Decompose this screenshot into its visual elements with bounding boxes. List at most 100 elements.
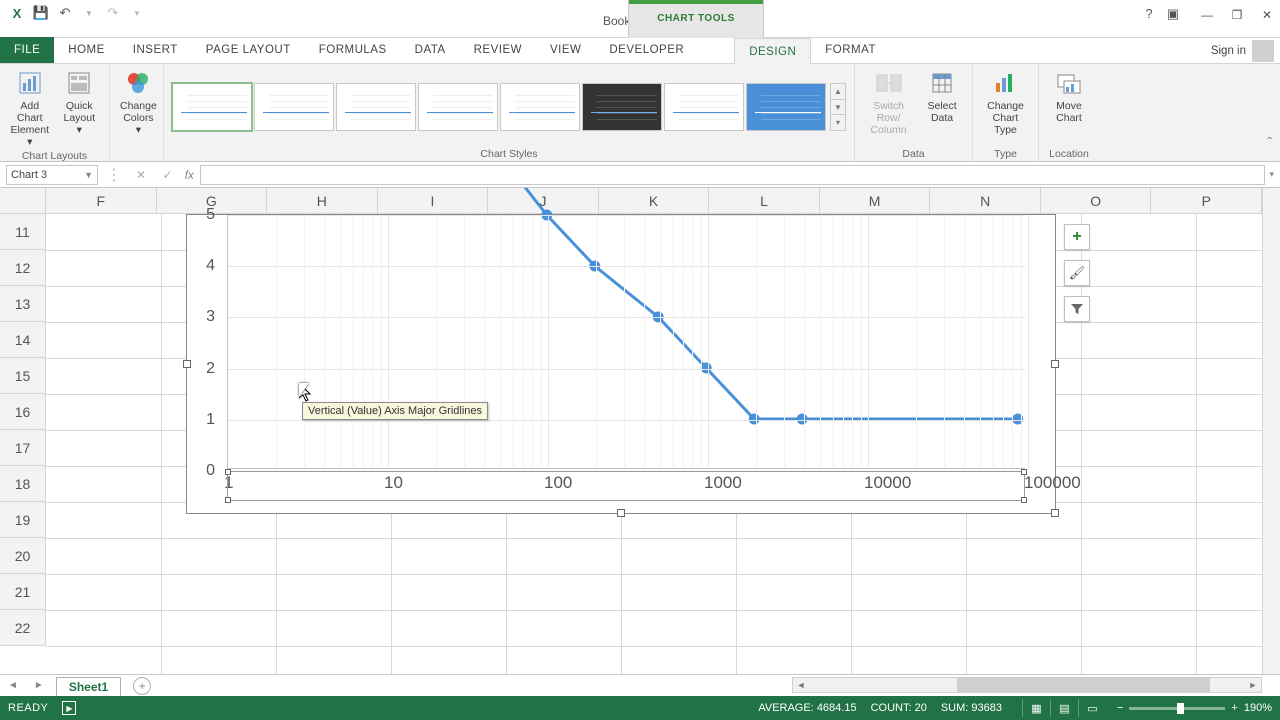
tab-view[interactable]: VIEW	[536, 37, 595, 63]
chart-side-buttons: + 🖌	[1064, 224, 1090, 322]
resize-handle-left[interactable]	[183, 360, 191, 368]
column-header[interactable]: O	[1041, 188, 1152, 213]
tab-developer[interactable]: DEVELOPER	[595, 37, 698, 63]
tab-data[interactable]: DATA	[401, 37, 460, 63]
collapse-ribbon-icon[interactable]: ˆ	[1267, 134, 1272, 150]
ribbon-display-options-icon[interactable]: ▣	[1164, 6, 1182, 22]
new-sheet-button[interactable]: +	[133, 677, 151, 695]
tab-home[interactable]: HOME	[54, 37, 119, 63]
tab-format[interactable]: FORMAT	[811, 37, 890, 63]
chart-styles-button[interactable]: 🖌	[1064, 260, 1090, 286]
chart-style-6[interactable]	[582, 83, 662, 131]
row-header[interactable]: 22	[0, 610, 45, 646]
zoom-out-icon[interactable]: −	[1117, 702, 1123, 714]
sheet-nav-next-icon[interactable]: ►	[26, 680, 52, 691]
row-header[interactable]: 11	[0, 214, 45, 250]
worksheet-grid[interactable]: FGHIJKLMNOP 111213141516171819202122 012…	[0, 188, 1280, 674]
macro-record-icon[interactable]: ▶	[62, 701, 76, 715]
zoom-in-icon[interactable]: +	[1231, 702, 1237, 714]
chart-style-7[interactable]	[664, 83, 744, 131]
chart-style-4[interactable]	[418, 83, 498, 131]
name-box-dropdown-icon[interactable]: ▼	[84, 170, 97, 180]
normal-view-icon[interactable]: ▦	[1022, 699, 1050, 717]
plot-area[interactable]	[227, 215, 1025, 469]
column-header[interactable]: I	[378, 188, 489, 213]
chart-style-3[interactable]	[336, 83, 416, 131]
name-box[interactable]: Chart 3 ▼	[6, 165, 98, 185]
user-avatar[interactable]	[1252, 40, 1274, 62]
quick-layout-button[interactable]: Quick Layout ▾	[56, 66, 104, 138]
column-header[interactable]: P	[1151, 188, 1262, 213]
change-chart-type-button[interactable]: Change Chart Type	[979, 66, 1032, 138]
column-header[interactable]: N	[930, 188, 1041, 213]
column-headers[interactable]: FGHIJKLMNOP	[46, 188, 1262, 214]
fx-icon[interactable]: fx	[185, 168, 194, 182]
row-header[interactable]: 20	[0, 538, 45, 574]
chart-style-8[interactable]	[746, 83, 826, 131]
zoom-level[interactable]: 190%	[1244, 702, 1272, 714]
row-header[interactable]: 12	[0, 250, 45, 286]
resize-handle-right[interactable]	[1051, 360, 1059, 368]
row-header[interactable]: 18	[0, 466, 45, 502]
tab-insert[interactable]: INSERT	[119, 37, 192, 63]
tab-design[interactable]: DESIGN	[734, 38, 811, 64]
chart-filters-button[interactable]	[1064, 296, 1090, 322]
chart-style-2[interactable]	[254, 83, 334, 131]
save-icon[interactable]: 💾	[30, 2, 52, 24]
help-icon[interactable]: ?	[1140, 6, 1158, 21]
select-all-corner[interactable]	[0, 188, 46, 214]
redo-icon[interactable]: ↷	[102, 2, 124, 24]
chart-elements-button[interactable]: +	[1064, 224, 1090, 250]
formula-input[interactable]	[200, 165, 1266, 185]
sheet-tab-bar: ◄ ► Sheet1 + ◄►	[0, 674, 1280, 696]
expand-formula-bar-icon[interactable]: ▾	[1269, 169, 1274, 180]
resize-handle-bottom[interactable]	[617, 509, 625, 517]
zoom-slider[interactable]	[1129, 707, 1225, 710]
column-header[interactable]: L	[709, 188, 820, 213]
column-header[interactable]: K	[599, 188, 710, 213]
row-header[interactable]: 14	[0, 322, 45, 358]
qat-customize-icon[interactable]: ▼	[126, 2, 148, 24]
row-header[interactable]: 16	[0, 394, 45, 430]
add-chart-element-button[interactable]: Add Chart Element ▾	[6, 66, 54, 150]
change-colors-button[interactable]: Change Colors ▾	[116, 66, 161, 138]
minimize-icon[interactable]: —	[1198, 6, 1216, 24]
chart-styles-gallery[interactable]: ▲▼▾	[170, 79, 848, 135]
tab-formulas[interactable]: FORMULAS	[305, 37, 401, 63]
undo-icon[interactable]: ↶	[54, 2, 76, 24]
gallery-scroll[interactable]: ▲▼▾	[830, 83, 846, 131]
restore-icon[interactable]: ❐	[1228, 6, 1246, 24]
undo-dropdown-icon[interactable]: ▼	[78, 2, 100, 24]
chart-style-5[interactable]	[500, 83, 580, 131]
row-header[interactable]: 21	[0, 574, 45, 610]
chart-style-1[interactable]	[172, 83, 252, 131]
data-series[interactable]	[228, 215, 1025, 470]
row-header[interactable]: 19	[0, 502, 45, 538]
view-buttons[interactable]: ▦ ▤ ▭	[1022, 699, 1106, 717]
sheet-tab-sheet1[interactable]: Sheet1	[56, 677, 121, 696]
horizontal-axis-selection[interactable]	[227, 471, 1025, 501]
embedded-chart[interactable]: 012345 110100100010000100000	[186, 214, 1056, 514]
vertical-scrollbar[interactable]	[1262, 188, 1280, 674]
zoom-control[interactable]: − + 190%	[1117, 702, 1272, 714]
horizontal-scrollbar[interactable]: ◄►	[792, 677, 1262, 693]
sheet-nav-prev-icon[interactable]: ◄	[0, 680, 26, 691]
status-bar: READY ▶ AVERAGE: 4684.15 COUNT: 20 SUM: …	[0, 696, 1280, 720]
row-header[interactable]: 15	[0, 358, 45, 394]
move-chart-button[interactable]: Move Chart	[1045, 66, 1093, 126]
column-header[interactable]: H	[267, 188, 378, 213]
page-break-view-icon[interactable]: ▭	[1078, 699, 1106, 717]
row-headers[interactable]: 111213141516171819202122	[0, 214, 46, 646]
tab-page-layout[interactable]: PAGE LAYOUT	[192, 37, 305, 63]
page-layout-view-icon[interactable]: ▤	[1050, 699, 1078, 717]
close-icon[interactable]: ✕	[1258, 6, 1276, 24]
tab-review[interactable]: REVIEW	[460, 37, 536, 63]
column-header[interactable]: M	[820, 188, 931, 213]
column-header[interactable]: F	[46, 188, 157, 213]
sign-in-link[interactable]: Sign in	[1211, 38, 1246, 64]
select-data-button[interactable]: Select Data	[918, 66, 966, 126]
tab-file[interactable]: FILE	[0, 37, 54, 63]
row-header[interactable]: 17	[0, 430, 45, 466]
row-header[interactable]: 13	[0, 286, 45, 322]
resize-handle-br[interactable]	[1051, 509, 1059, 517]
